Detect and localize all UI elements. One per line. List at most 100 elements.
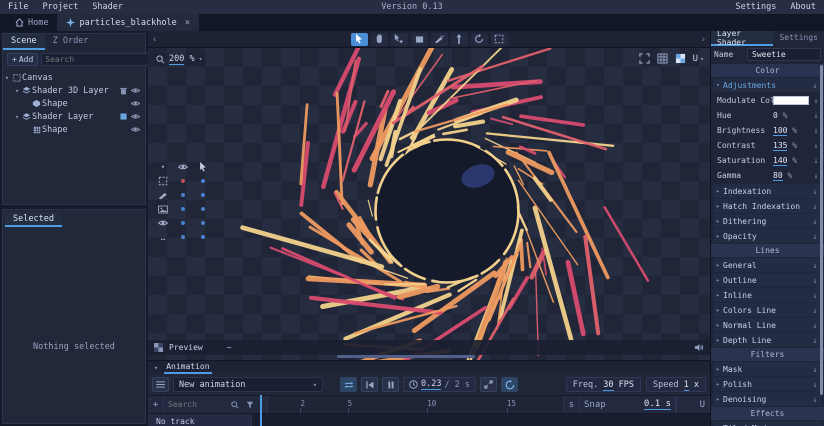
keyframe-icon[interactable]: ↓	[811, 232, 819, 241]
group-denoising[interactable]: ▸Denoising↓	[713, 392, 822, 406]
blue-dot-toggle[interactable]	[201, 193, 205, 197]
filter-icon[interactable]	[246, 401, 254, 409]
group-indexation[interactable]: ▸Indexation↓	[713, 184, 822, 198]
tab-home[interactable]: Home	[6, 14, 57, 31]
checker-background-icon[interactable]	[675, 53, 686, 64]
blue-dot-toggle[interactable]	[201, 207, 205, 211]
menu-about[interactable]: About	[790, 2, 816, 12]
keyframe-icon[interactable]: ↓	[811, 380, 819, 389]
current-time-value[interactable]: 0.23	[421, 379, 441, 390]
animation-select[interactable]: New animation ▾	[173, 377, 323, 392]
toolbar-scroll-right-icon[interactable]: ›	[701, 31, 706, 48]
tree-item-shader-3d-layer[interactable]: ▾ Shader 3D Layer	[3, 84, 145, 97]
collapse-preview-button[interactable]: −	[227, 343, 232, 352]
hand-tool-button[interactable]	[371, 33, 388, 46]
keyframe-icon[interactable]: ↓	[811, 276, 819, 285]
chevron-down-icon[interactable]: ▾	[13, 113, 21, 121]
blue-dot-toggle[interactable]	[201, 179, 205, 183]
speaker-icon[interactable]	[694, 343, 704, 352]
ellipsis-icon[interactable]: …	[161, 233, 166, 242]
red-dot-toggle[interactable]	[181, 179, 185, 183]
right-panel-scrollbar[interactable]	[820, 65, 823, 395]
chevron-down-icon[interactable]: ▾	[3, 74, 11, 82]
direct-select-tool-button[interactable]	[391, 33, 408, 46]
tab-selected[interactable]: Selected	[5, 212, 62, 227]
tab-document[interactable]: particles_blackhole ×	[57, 14, 199, 31]
animation-menu-button[interactable]	[152, 377, 169, 392]
group-opacity[interactable]: ▸Opacity↓	[713, 229, 822, 243]
visibility-eye-icon[interactable]	[129, 113, 141, 120]
collapse-icon[interactable]: ▾	[161, 163, 165, 171]
playhead[interactable]	[260, 395, 262, 426]
close-tab-icon[interactable]: ×	[185, 18, 190, 28]
group-depth-line[interactable]: ▸Depth Line↓	[713, 333, 822, 347]
keyframe-icon[interactable]: ↓	[811, 261, 819, 270]
blue-dot-toggle[interactable]	[181, 235, 185, 239]
speed-field[interactable]: Speed 1 x	[646, 377, 706, 392]
eye-icon[interactable]	[158, 219, 168, 227]
sync-button[interactable]	[501, 377, 518, 392]
keyframe-icon[interactable]: ↓	[812, 141, 820, 150]
group-polish[interactable]: ▸Polish↓	[713, 377, 822, 391]
keyframe-icon[interactable]: ↓	[811, 365, 819, 374]
tab-animation[interactable]: Animation	[164, 362, 211, 374]
transform-tool-button[interactable]	[491, 33, 508, 46]
pause-button[interactable]	[382, 377, 399, 392]
rotate-tool-button[interactable]	[471, 33, 488, 46]
color-swatch[interactable]	[773, 96, 809, 105]
keyframe-icon[interactable]: ↓	[812, 111, 820, 120]
group-inline[interactable]: ▸Inline↓	[713, 288, 822, 302]
keyframe-icon[interactable]: ↓	[812, 171, 820, 180]
keyframe-icon[interactable]: ↓	[811, 395, 819, 404]
speed-value[interactable]: 1	[684, 380, 689, 391]
tree-item-canvas[interactable]: ▾ Canvas	[3, 71, 145, 84]
group-normal-line[interactable]: ▸Normal Line↓	[713, 318, 822, 332]
loop-button[interactable]	[340, 377, 357, 392]
tab-scene[interactable]: Scene	[3, 34, 45, 50]
frequency-field[interactable]: Freq. 30 FPS	[566, 377, 641, 392]
keyframe-icon[interactable]: ↓	[811, 321, 819, 330]
menu-project[interactable]: Project	[42, 2, 78, 12]
u-toggle[interactable]: U	[676, 396, 710, 413]
time-display[interactable]: 0.23 / 2 s	[403, 377, 476, 392]
tree-item-shape-3d[interactable]: Shape	[3, 97, 145, 110]
keyframe-icon[interactable]: ↓	[812, 126, 820, 135]
horizontal-scrollbar[interactable]	[337, 355, 475, 358]
frequency-value[interactable]: 30	[603, 380, 613, 391]
blue-dot-toggle[interactable]	[201, 221, 205, 225]
menu-shader[interactable]: Shader	[92, 2, 123, 12]
tab-layer-shader[interactable]: Layer Shader	[711, 31, 773, 46]
brightness-value[interactable]: 100	[773, 126, 787, 136]
contrast-value[interactable]: 135	[773, 141, 787, 151]
group-colors-line[interactable]: ▸Colors Line↓	[713, 303, 822, 317]
fill-layer-icon[interactable]	[117, 113, 129, 120]
tab-z-order[interactable]: Z Order	[45, 34, 97, 50]
keyframe-icon[interactable]: ↓	[812, 96, 820, 105]
brush-icon[interactable]	[158, 191, 168, 200]
selection-box-icon[interactable]	[158, 176, 168, 186]
track-search-input[interactable]	[168, 400, 228, 409]
u-mode-dropdown[interactable]: U▾	[693, 54, 704, 64]
toolbar-scroll-left-icon[interactable]: ‹	[152, 31, 157, 48]
visibility-eye-icon[interactable]	[129, 100, 141, 107]
group-dithering[interactable]: ▸Dithering↓	[713, 214, 822, 228]
tree-item-shader-layer[interactable]: ▾ Shader Layer	[3, 110, 145, 123]
timeline-ruler[interactable]: 2 5 10 15	[268, 396, 564, 413]
skip-start-button[interactable]	[361, 377, 378, 392]
keyframe-icon[interactable]: ↓	[811, 217, 819, 226]
add-track-button[interactable]: +	[148, 396, 164, 413]
name-input[interactable]: Sweetie	[747, 48, 821, 61]
visibility-eye-icon[interactable]	[129, 126, 141, 133]
grid-icon[interactable]	[657, 53, 668, 64]
collapse-timeline-icon[interactable]: ▾	[154, 364, 158, 372]
snap-field[interactable]: Snap 0.1 s	[580, 396, 676, 413]
hue-value[interactable]: 0	[773, 111, 778, 120]
gamma-value[interactable]: 80	[773, 171, 783, 181]
track-area[interactable]	[252, 414, 710, 426]
zoom-dropdown-icon[interactable]: ▾	[199, 55, 203, 63]
keyframe-icon[interactable]: ↓	[811, 187, 819, 196]
spray-tool-button[interactable]	[431, 33, 448, 46]
group-hatch-indexation[interactable]: ▸Hatch Indexation↓	[713, 199, 822, 213]
blue-dot-toggle[interactable]	[201, 235, 205, 239]
menu-file[interactable]: File	[8, 2, 28, 12]
